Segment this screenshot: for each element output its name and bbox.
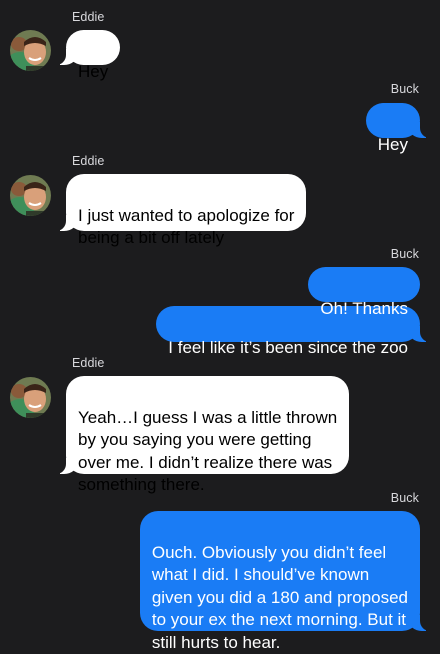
message-text: I just wanted to apologize for being a b…	[78, 205, 295, 248]
incoming-message-bubble[interactable]: Hey	[53, 30, 121, 81]
outgoing-message-bubble[interactable]: Hey	[365, 103, 433, 154]
sender-name: Buck	[390, 82, 419, 96]
contact-avatar-icon[interactable]	[10, 377, 51, 418]
incoming-message-bubble[interactable]: I just wanted to apologize for being a b…	[53, 174, 307, 247]
sender-name: Eddie	[72, 10, 105, 24]
message-text: Ouch. Obviously you didn’t feel what I d…	[151, 542, 408, 652]
message-text: Oh! Thanks	[320, 298, 408, 318]
message-text: Hey	[78, 61, 109, 81]
contact-avatar-icon[interactable]	[10, 30, 51, 71]
sender-name: Eddie	[72, 154, 105, 168]
outgoing-message-bubble[interactable]: Oh! Thanks	[308, 267, 420, 318]
message-thread[interactable]: Eddie Hey Buck Hey Eddie I just wanted t…	[0, 0, 440, 652]
sender-name: Eddie	[72, 356, 105, 370]
sender-name: Buck	[390, 491, 419, 505]
contact-avatar-icon[interactable]	[10, 175, 51, 216]
sender-name: Buck	[390, 247, 419, 261]
incoming-message-bubble[interactable]: Yeah…I guess I was a little thrown by yo…	[53, 376, 350, 494]
message-text: Yeah…I guess I was a little thrown by yo…	[78, 407, 338, 495]
message-text: I feel like it’s been since the zoo	[168, 337, 408, 357]
outgoing-message-bubble[interactable]: Ouch. Obviously you didn’t feel what I d…	[139, 511, 433, 652]
message-text: Hey	[377, 134, 408, 154]
